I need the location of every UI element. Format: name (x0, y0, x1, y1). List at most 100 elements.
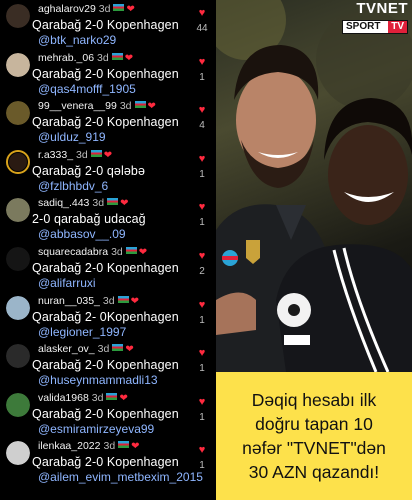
promo-photo: TVNET SPORT TV (216, 0, 412, 372)
avatar[interactable] (6, 441, 30, 466)
like-control[interactable]: ♥ 1 (190, 56, 214, 83)
mention-link[interactable]: @fzlbhbdv_6 (38, 179, 108, 193)
mention-link[interactable]: @esmiramirzeyeva99 (38, 422, 154, 436)
like-heart-icon[interactable]: ♥ (190, 202, 214, 213)
like-control[interactable]: ♥ 1 (190, 153, 214, 180)
mention-link[interactable]: @ulduz_919 (38, 130, 106, 144)
flag-icon (106, 392, 118, 400)
heart-icon: ❤ (103, 149, 113, 161)
promo-line: doğru tapan 10 (255, 414, 373, 434)
username[interactable]: valida1968 (38, 392, 89, 404)
flag-icon (111, 52, 123, 60)
mention-link[interactable]: @btk_narko29 (38, 33, 116, 47)
mention-link[interactable]: @alifarruxi (38, 276, 96, 290)
heart-icon: ❤ (147, 101, 156, 113)
username[interactable]: sadiq_.443 (38, 197, 89, 209)
like-heart-icon[interactable]: ♥ (190, 251, 214, 262)
comment-meta: 99__venera__99 3d ❤ (38, 100, 156, 112)
mention-link[interactable]: @ailem_evim_metbexim_2015 (38, 470, 203, 484)
comment-meta: squarecadabra 3d ❤ (38, 246, 147, 258)
like-heart-icon[interactable]: ♥ (190, 105, 214, 116)
avatar[interactable] (6, 101, 30, 126)
like-count: 1 (199, 411, 205, 423)
promo-line: Dəqiq hesabı ilk (251, 390, 377, 410)
username[interactable]: nuran__035_ (38, 295, 100, 307)
like-count: 1 (199, 71, 205, 83)
comment-meta: alasker_ov_ 3d ❤ (38, 343, 134, 355)
avatar-image (6, 52, 30, 77)
username[interactable]: aghalarov29 (38, 3, 96, 15)
comment-text: 2-0 qarabağ udacağ (32, 212, 146, 227)
like-control[interactable]: ♥ 1 (190, 299, 214, 326)
username[interactable]: r.a333_ (38, 149, 73, 161)
like-heart-icon[interactable]: ♥ (190, 8, 214, 19)
comment-text: Qarabağ 2-0 Kopenhagen (32, 261, 179, 275)
heart-icon: ❤ (124, 52, 134, 64)
promo-line: nəfər "TVNET"dən (242, 438, 386, 458)
avatar-image (6, 198, 30, 223)
promo-line: 30 AZN qazandı! (248, 462, 380, 482)
like-control[interactable]: ♥ 1 (190, 396, 214, 423)
like-control[interactable]: ♥ 1 (190, 348, 214, 375)
username[interactable]: 99__venera__99 (38, 100, 117, 112)
like-control[interactable]: ♥ 1 (190, 445, 214, 472)
avatar[interactable] (6, 344, 30, 369)
comment-item[interactable]: aghalarov29 3d ❤ Qarabağ 2-0 Kopenhagen @btk… (0, 0, 216, 48)
flag-icon (117, 295, 129, 303)
heart-icon: ❤ (138, 247, 148, 258)
avatar[interactable] (6, 4, 30, 28)
username[interactable]: squarecadabra (38, 246, 108, 258)
comment-time: 3d (119, 100, 132, 113)
username[interactable]: alasker_ov_ (38, 343, 95, 355)
flag-icon (125, 247, 137, 254)
comment-text: Qarabağ 2-0 Kopenhagen (32, 66, 179, 81)
like-control[interactable]: ♥ 44 (190, 8, 214, 35)
comment-meta: nuran__035_ 3d ❤ (38, 295, 139, 307)
players-illustration (216, 0, 412, 372)
comment-item[interactable]: ilenkaa_2022 3d ❤ Qarabağ 2-0 Kopenhagen @ai… (0, 437, 216, 485)
comment-item[interactable]: mehrab._06 3d ❤ Qarabağ 2-0 Kopenhagen @qas4… (0, 49, 216, 97)
avatar[interactable] (6, 247, 30, 271)
like-count: 1 (199, 168, 205, 180)
like-control[interactable]: ♥ 1 (190, 202, 214, 229)
mention-link[interactable]: @qas4mofff_1905 (38, 82, 136, 96)
comment-text: Qarabağ 2-0 Kopenhagen (32, 18, 179, 32)
flag-icon (112, 344, 124, 352)
comment-item[interactable]: nuran__035_ 3d ❤ Qarabağ 2- 0Kopenhagen @leg… (0, 292, 216, 340)
comment-time: 3d (97, 51, 109, 64)
avatar[interactable] (6, 198, 30, 223)
like-count: 1 (199, 314, 205, 326)
promo-text: Dəqiq hesabı ilk doğru tapan 10 nəfər "T… (242, 388, 386, 484)
like-count: 1 (199, 217, 205, 229)
mention-link[interactable]: @abbasov__.09 (38, 227, 126, 241)
avatar[interactable] (6, 392, 30, 417)
heart-icon: ❤ (125, 344, 134, 356)
comment-time: 3d (76, 148, 88, 161)
like-count: 2 (199, 266, 205, 277)
mention-link[interactable]: @legioner_1997 (38, 325, 126, 339)
username[interactable]: ilenkaa_2022 (38, 440, 100, 452)
like-count: 44 (196, 23, 208, 34)
like-heart-icon[interactable]: ♥ (190, 299, 214, 311)
like-heart-icon[interactable]: ♥ (190, 445, 214, 456)
comment-item[interactable]: alasker_ov_ 3d ❤ Qarabağ 2-0 Kopenhagen @hus… (0, 340, 216, 388)
mention-link[interactable]: @huseynmammadli13 (38, 373, 158, 387)
like-heart-icon[interactable]: ♥ (190, 396, 214, 408)
like-heart-icon[interactable]: ♥ (190, 153, 214, 165)
like-control[interactable]: ♥ 2 (190, 251, 214, 278)
avatar[interactable] (6, 295, 30, 320)
comment-item[interactable]: r.a333_ 3d ❤ Qarabağ 2-0 qələbə @fzlbhbdv_6 ♥… (0, 146, 216, 194)
like-control[interactable]: ♥ 4 (190, 105, 214, 132)
avatar[interactable] (6, 52, 30, 77)
comment-item[interactable]: sadiq_.443 3d ❤ 2-0 qarabağ udacağ @abbasov_… (0, 194, 216, 242)
like-heart-icon[interactable]: ♥ (190, 56, 214, 68)
username[interactable]: mehrab._06 (38, 52, 94, 64)
heart-icon: ❤ (119, 392, 128, 404)
comment-item[interactable]: valida1968 3d ❤ Qarabağ 2-0 Kopenhagen @esmi… (0, 389, 216, 437)
avatar[interactable] (6, 149, 30, 174)
flag-icon (90, 149, 102, 157)
avatar-image (6, 247, 30, 271)
comment-item[interactable]: squarecadabra 3d ❤ Qarabağ 2-0 Kopenhagen @a… (0, 243, 216, 291)
comment-item[interactable]: 99__venera__99 3d ❤ Qarabağ 2-0 Kopenhagen @… (0, 97, 216, 145)
like-heart-icon[interactable]: ♥ (190, 348, 214, 359)
